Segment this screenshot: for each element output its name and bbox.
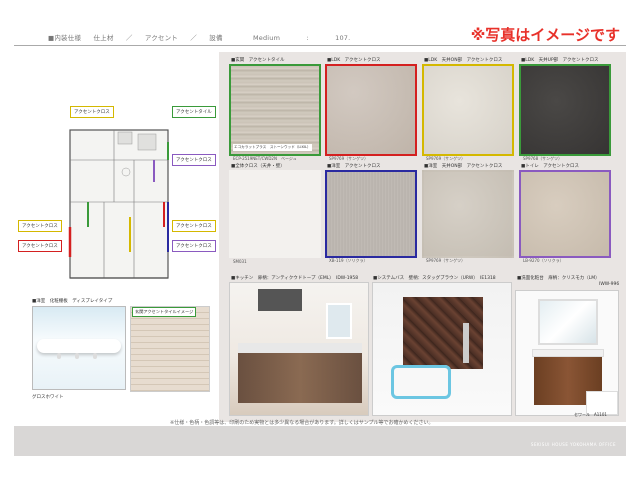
bath-photo	[372, 282, 512, 416]
plan-name: Medium	[252, 34, 281, 42]
swatch-ldk-ceiling-up: ■LDK 天井UP部 アクセントクロス SP9768（サンゲツ）	[519, 58, 611, 161]
footnote: ※仕様・色柄・色調等は、印刷のため実物とは多少異なる場合があります。詳しくはサン…	[170, 420, 434, 426]
materials-panel: ■玄関 アクセントタイル エコカラットプラス ストーンウッド（LIXIL） EC…	[219, 52, 626, 422]
bath-label: ■システムバス 壁柄：スタッグブラウン（URW） IE1318	[373, 276, 496, 281]
swatch-entrance-tile: ■玄関 アクセントタイル エコカラットプラス ストーンウッド（LIXIL） EC…	[229, 58, 321, 161]
image-notice: ※写真はイメージです	[470, 26, 620, 44]
spec-sheet-page: ■内装仕様 仕上材 ／ アクセント ／ 設備 Medium : 107. ※写真…	[0, 0, 640, 480]
swatch-ldk-ceiling-on: ■LDK 天井ON部 アクセントクロス SP9769（サンゲツ）	[422, 58, 514, 161]
floor-label: セワール A1101	[574, 412, 607, 417]
tag-accent-tile: アクセントタイル	[172, 106, 216, 118]
tag-accent-cross: アクセントクロス	[18, 220, 62, 232]
footer-brand: SEKISUI HOUSE YOKOHAMA OFFICE	[530, 442, 616, 447]
plan-number: 107.	[335, 34, 351, 42]
tag-accent-cross: アクセントクロス	[172, 220, 216, 232]
swatch-overall-cross: ■全体クロス（天井・壁） SM031	[229, 164, 321, 264]
kitchen-label: ■キッチン 扉柄：アンティクウドトープ（EML） IDW-1958	[231, 276, 359, 281]
plan-separator: :	[306, 34, 309, 42]
tile-image-label: 玄関アクセントタイルイメージ	[132, 307, 197, 317]
shelf-image	[32, 306, 126, 390]
tag-accent-cross: アクセントクロス	[70, 106, 114, 118]
crumb-accent: アクセント	[144, 34, 178, 42]
crumb-separator: ／	[190, 34, 197, 42]
swatch-ldk-cross: ■LDK アクセントクロス SP9769（サンゲツ）	[325, 58, 417, 161]
footer-bar: SEKISUI HOUSE YOKOHAMA OFFICE	[14, 426, 626, 456]
breadcrumb: ■内装仕様 仕上材 ／ アクセント ／ 設備 Medium : 107.	[48, 32, 360, 42]
tag-accent-cross: アクセントクロス	[18, 240, 62, 252]
crumb-separator: ／	[125, 34, 133, 42]
vanity-label: ■洗面化粧台 扉柄：クリスモカ（LM）	[517, 276, 600, 281]
swatch-western-room-cross: ■洋室 アクセントクロス XB-119（ソリクラ）	[325, 164, 417, 263]
shelf-label: ■洋室 化粧棚板 ディスプレイタイプ	[32, 299, 113, 304]
section-label: ■内装仕様	[48, 34, 82, 42]
shelf-color: グロスホワイト	[32, 395, 64, 400]
tag-accent-cross: アクセントクロス	[172, 240, 216, 252]
crumb-finish: 仕上材	[93, 34, 114, 42]
vanity-code: IWW-996	[599, 282, 620, 287]
swatch-western-ceiling-on: ■洋室 天井ON部 アクセントクロス SP9769（サンゲツ）	[422, 164, 514, 263]
header-bar: ■内装仕様 仕上材 ／ アクセント ／ 設備 Medium : 107. ※写真…	[14, 22, 626, 46]
tag-accent-cross: アクセントクロス	[172, 154, 216, 166]
vanity-photo	[515, 290, 619, 416]
floorplan-panel: アクセントクロス アクセントタイル アクセントクロス アクセントクロス アクセン…	[14, 52, 216, 422]
tile-image	[130, 306, 210, 392]
crumb-equipment: 設備	[209, 34, 223, 42]
swatch-toilet-cross: ■トイレ アクセントクロス LB-9270（ソリクラ）	[519, 164, 611, 263]
kitchen-photo	[229, 282, 369, 416]
